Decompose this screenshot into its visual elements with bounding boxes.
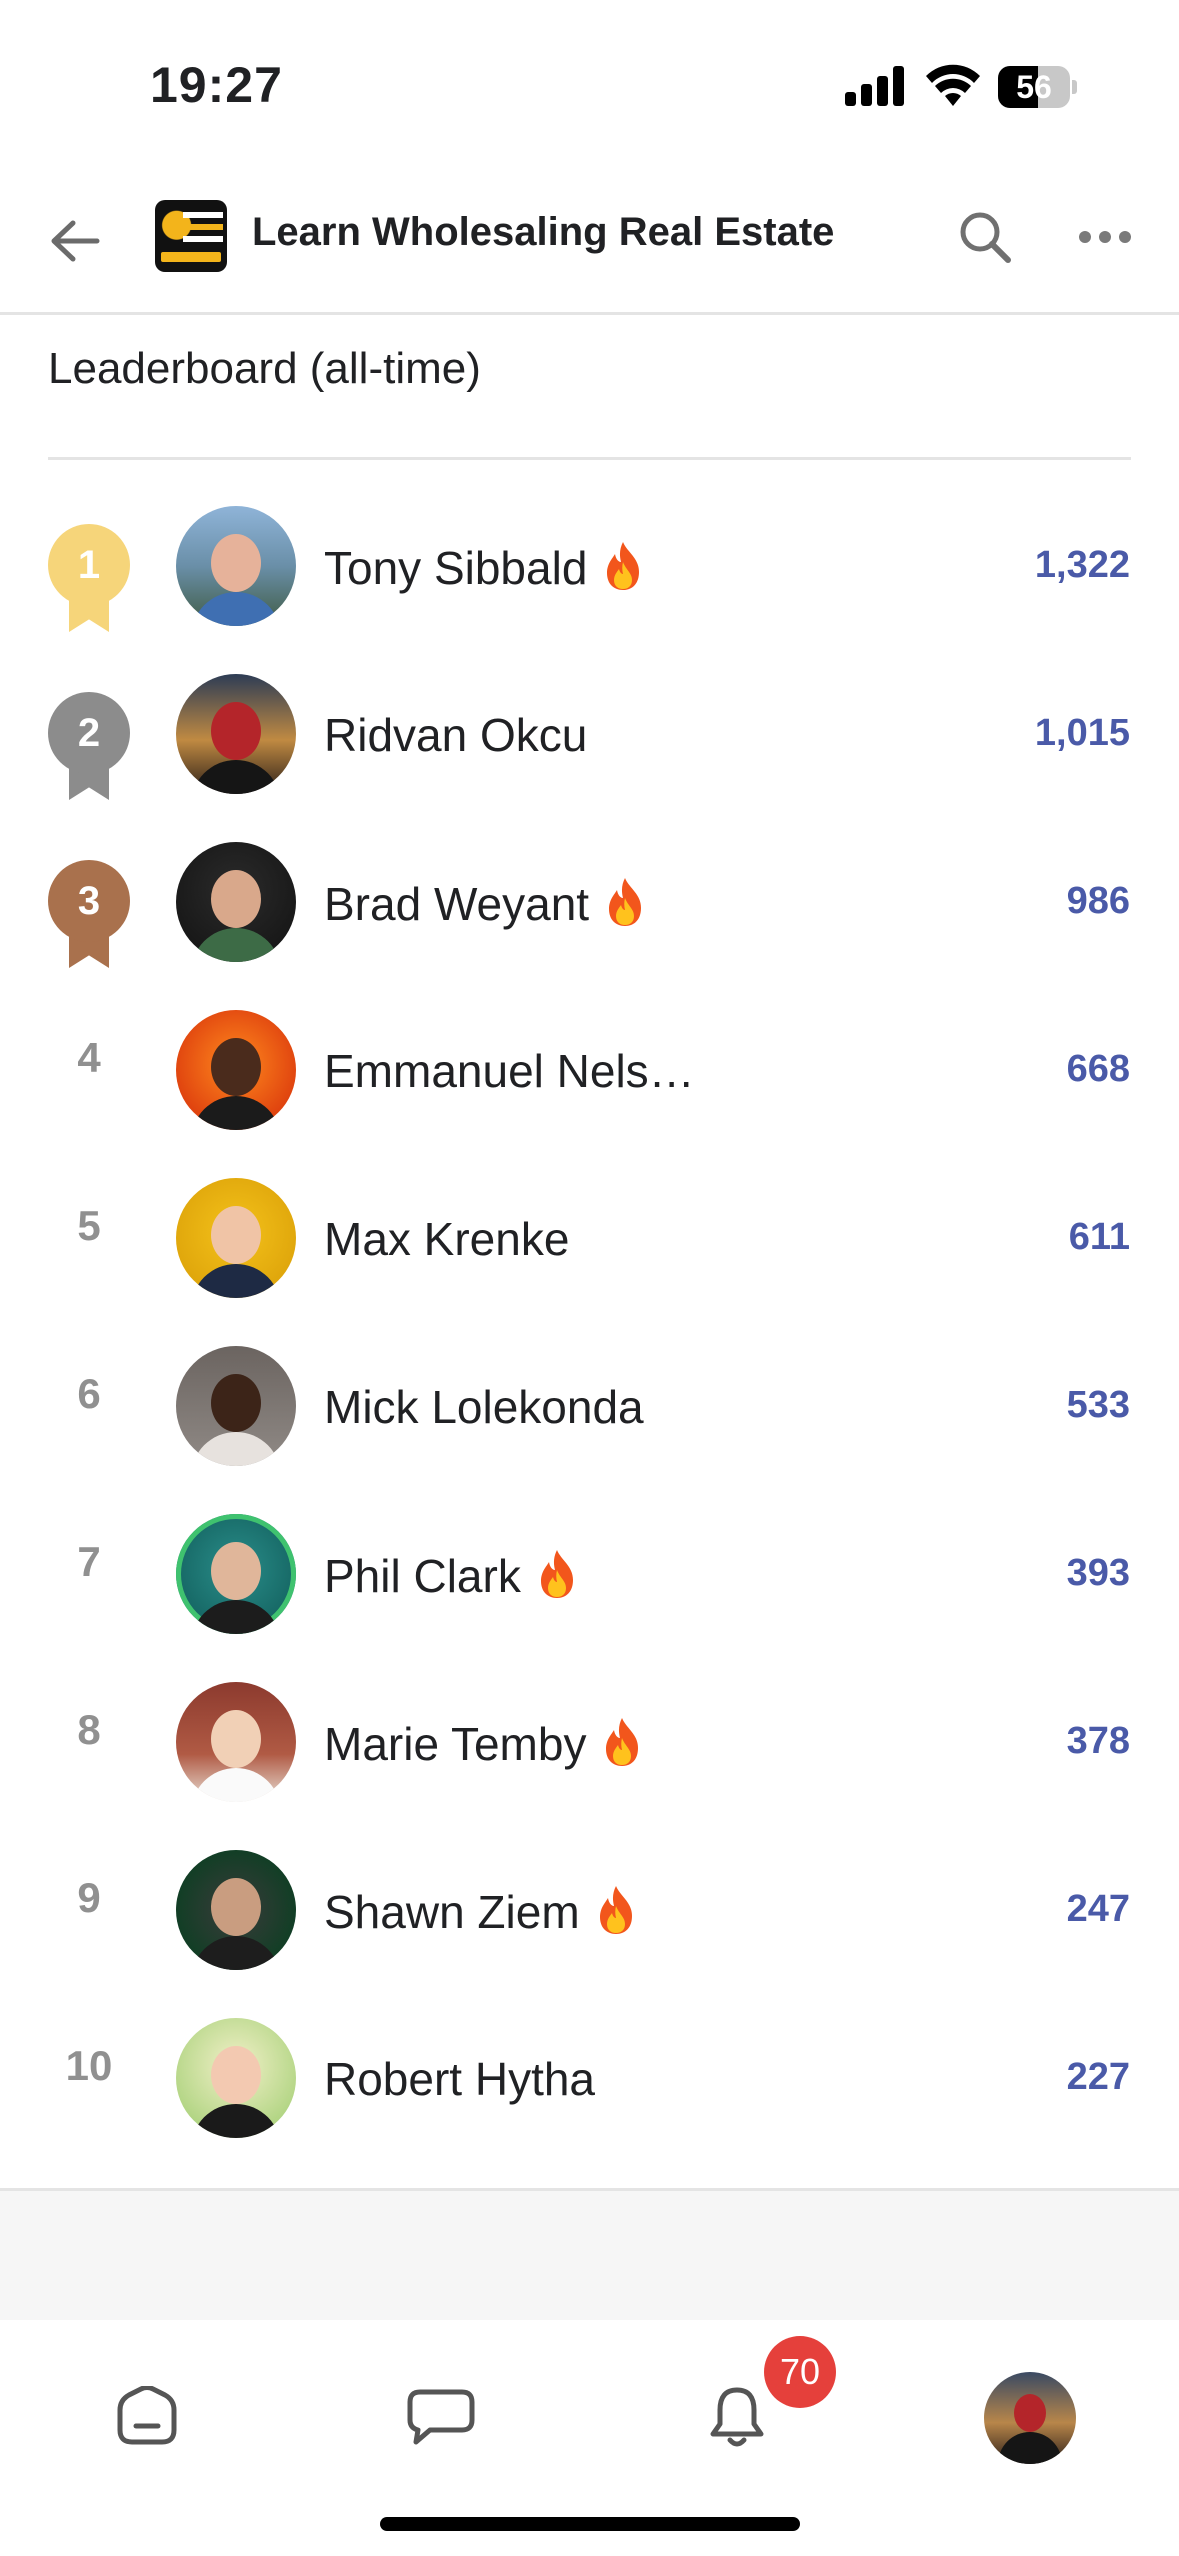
leaderboard-row[interactable]: 5 Max Krenke 611	[0, 1152, 1179, 1320]
member-points: 611	[1068, 1216, 1130, 1258]
tab-home[interactable]	[102, 2372, 192, 2462]
member-name[interactable]: Shawn Ziem	[324, 1884, 638, 1939]
fire-icon	[601, 540, 645, 592]
cellular-signal-icon	[845, 66, 905, 106]
leaderboard-row[interactable]: 7 Phil Clark 393	[0, 1488, 1179, 1656]
tab-chat[interactable]	[396, 2372, 486, 2462]
home-icon	[117, 2386, 177, 2445]
home-indicator	[380, 2517, 800, 2531]
leaderboard-row[interactable]: 4 Emmanuel Nels… 668	[0, 984, 1179, 1152]
member-points: 986	[1066, 880, 1130, 922]
notification-badge: 70	[764, 2336, 836, 2408]
member-points: 668	[1066, 1048, 1130, 1090]
leaderboard-row[interactable]: 10 Robert Hytha 227	[0, 1992, 1179, 2160]
member-avatar[interactable]	[176, 1178, 296, 1298]
member-avatar[interactable]	[176, 842, 296, 962]
status-bar: 19:27 56	[0, 0, 1179, 170]
search-button[interactable]	[950, 202, 1020, 272]
member-name-text: Robert Hytha	[324, 2053, 596, 2105]
member-name-text: Brad Weyant	[324, 878, 590, 930]
rank-number: 10	[65, 2042, 113, 2089]
member-points: 1,015	[1034, 712, 1130, 754]
rank-number: 7	[77, 1538, 101, 1585]
more-horizontal-icon	[1079, 231, 1131, 243]
leaderboard-row[interactable]: 6 Mick Lolekonda 533	[0, 1320, 1179, 1488]
rank-number: 6	[77, 1370, 101, 1417]
member-name[interactable]: Tony Sibbald	[324, 540, 645, 595]
leaderboard-row[interactable]: 8 Marie Temby 378	[0, 1656, 1179, 1824]
member-points: 247	[1066, 1888, 1130, 1930]
member-avatar[interactable]	[176, 1010, 296, 1130]
member-name-text: Ridvan Okcu	[324, 709, 588, 761]
group-logo[interactable]	[155, 200, 227, 272]
rank-number: 9	[77, 1874, 101, 1921]
search-icon	[960, 212, 1011, 263]
leaderboard-row[interactable]: 3 Brad Weyant 986	[0, 816, 1179, 984]
arrow-left-icon	[51, 220, 100, 262]
footer-spacer	[0, 2188, 1179, 2324]
member-name-text: Tony Sibbald	[324, 542, 588, 594]
member-avatar[interactable]	[176, 1346, 296, 1466]
fire-icon	[600, 1716, 644, 1768]
chat-icon	[407, 2389, 475, 2445]
member-name-text: Emmanuel Nels…	[324, 1045, 695, 1097]
back-button[interactable]	[40, 206, 110, 276]
rank-number: 3	[48, 860, 130, 942]
member-name[interactable]: Emmanuel Nels…	[324, 1044, 695, 1098]
member-name[interactable]: Robert Hytha	[324, 2052, 595, 2106]
status-time: 19:27	[150, 57, 283, 113]
fire-icon	[603, 876, 647, 928]
more-options-button[interactable]	[1070, 202, 1140, 272]
rank-number: 4	[77, 1034, 101, 1081]
fire-icon	[594, 1884, 638, 1936]
member-name[interactable]: Brad Weyant	[324, 876, 647, 931]
wifi-icon	[926, 64, 980, 106]
member-points: 227	[1066, 2056, 1130, 2098]
member-name[interactable]: Max Krenke	[324, 1212, 569, 1266]
member-name-text: Phil Clark	[324, 1550, 521, 1602]
tab-profile-avatar[interactable]	[984, 2372, 1076, 2464]
member-points: 378	[1066, 1720, 1130, 1762]
bell-icon	[710, 2387, 764, 2447]
rank-number: 2	[48, 692, 130, 774]
member-name-text: Mick Lolekonda	[324, 1381, 644, 1433]
leaderboard-row[interactable]: 9 Shawn Ziem 247	[0, 1824, 1179, 1992]
member-points: 533	[1066, 1384, 1130, 1426]
member-avatar[interactable]	[176, 506, 296, 626]
member-avatar[interactable]	[176, 1514, 296, 1634]
member-name-text: Shawn Ziem	[324, 1886, 580, 1938]
member-points: 393	[1066, 1552, 1130, 1594]
divider	[48, 457, 1131, 460]
member-avatar[interactable]	[176, 1682, 296, 1802]
member-points: 1,322	[1034, 544, 1130, 586]
fire-icon	[535, 1548, 579, 1600]
rank-number: 8	[77, 1706, 101, 1753]
group-title[interactable]: Learn Wholesaling Real Estate	[252, 210, 834, 255]
member-avatar[interactable]	[176, 674, 296, 794]
member-name[interactable]: Mick Lolekonda	[324, 1380, 644, 1434]
member-name[interactable]: Phil Clark	[324, 1548, 579, 1603]
member-avatar[interactable]	[176, 1850, 296, 1970]
gold-medal-icon: 1	[48, 524, 130, 634]
member-name[interactable]: Marie Temby	[324, 1716, 644, 1771]
leaderboard-row[interactable]: 1 Tony Sibbald 1,322	[0, 480, 1179, 648]
battery-icon: 56	[998, 66, 1078, 108]
member-name[interactable]: Ridvan Okcu	[324, 708, 587, 762]
leaderboard-list: 1 Tony Sibbald 1,322 2 Ridvan Okcu 1,015 3 Brad…	[0, 480, 1179, 2160]
group-header: Learn Wholesaling Real Estate	[0, 170, 1179, 315]
rank-number: 1	[48, 524, 130, 606]
bronze-medal-icon: 3	[48, 860, 130, 970]
battery-level: 56	[1016, 69, 1052, 105]
member-name-text: Marie Temby	[324, 1718, 587, 1770]
silver-medal-icon: 2	[48, 692, 130, 802]
leaderboard-title: Leaderboard (all-time)	[48, 344, 481, 393]
member-name-text: Max Krenke	[324, 1213, 570, 1265]
rank-number: 5	[77, 1202, 101, 1249]
member-avatar[interactable]	[176, 2018, 296, 2138]
leaderboard-row[interactable]: 2 Ridvan Okcu 1,015	[0, 648, 1179, 816]
